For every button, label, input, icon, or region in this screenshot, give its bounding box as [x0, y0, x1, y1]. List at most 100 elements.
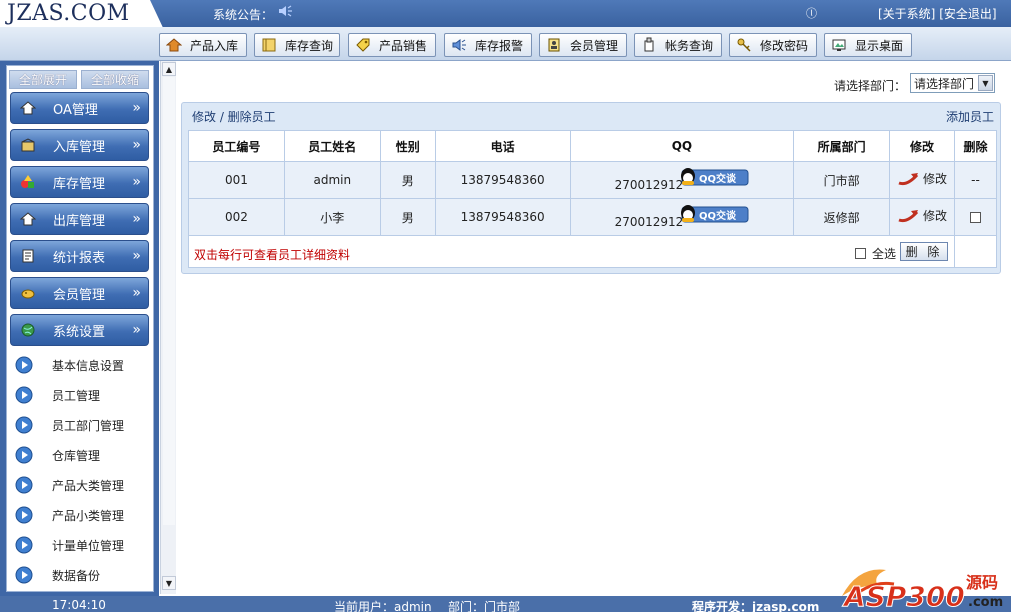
- edit-cell: 修改: [889, 161, 955, 199]
- employee-qq: 270012912 QQ交谈: [569, 198, 795, 236]
- edit-link[interactable]: 修改: [897, 170, 947, 187]
- sidebar-menu-members[interactable]: 会员管理 »: [10, 277, 149, 309]
- chevron-down-icon[interactable]: ▼: [978, 75, 993, 91]
- sidebar-subitem-employees[interactable]: 员工管理: [15, 385, 100, 405]
- select-all-checkbox[interactable]: [854, 248, 866, 259]
- select-all[interactable]: 全选: [854, 245, 896, 262]
- status-user: 当前用户：admin: [334, 600, 432, 612]
- chevron-right-icon: »: [132, 285, 140, 301]
- about-link[interactable]: [关于系统]: [878, 7, 935, 21]
- sidebar-subitem-warehouses[interactable]: 仓库管理: [15, 445, 100, 465]
- chevron-right-icon: »: [132, 137, 140, 153]
- pen-icon: [898, 172, 919, 185]
- scroll-down-arrow-icon[interactable]: ▼: [162, 576, 176, 590]
- delete-cell: --: [954, 161, 997, 199]
- employee-name: 小李: [283, 198, 381, 236]
- speaker-icon[interactable]: [277, 3, 293, 19]
- department-filter-label: 请选择部门：: [834, 79, 907, 93]
- desktop-icon: [831, 37, 847, 53]
- edit-label: 修改: [923, 209, 948, 224]
- delete-button[interactable]: 删 除: [900, 242, 948, 261]
- collapse-all-button[interactable]: 全部收缩: [81, 70, 149, 89]
- sidebar-subitem-label: 产品大类管理: [52, 478, 125, 493]
- status-department: 部门：门市部: [448, 600, 521, 612]
- sidebar-menu-stock-in[interactable]: 入库管理 »: [10, 129, 149, 161]
- sidebar-subitem-product-subcategory[interactable]: 产品小类管理: [15, 505, 124, 525]
- scroll-track[interactable]: [163, 77, 175, 525]
- column-header: 性别: [379, 130, 436, 162]
- table-row[interactable]: 002 小李 男 13879548360 270012912 QQ交谈 返修部 …: [188, 198, 997, 236]
- toolbar-button-label: 产品销售: [379, 38, 428, 53]
- globe-icon: [19, 321, 37, 339]
- play-circle-icon: [15, 386, 33, 404]
- chevron-right-icon: »: [132, 100, 140, 116]
- play-circle-icon: [15, 536, 33, 554]
- sidebar-menu-stock-out[interactable]: 出库管理 »: [10, 203, 149, 235]
- house-icon: [19, 99, 37, 117]
- delete-checkbox[interactable]: [970, 212, 981, 223]
- sidebar-menu-reports[interactable]: 统计报表 »: [10, 240, 149, 272]
- qq-chat-button[interactable]: QQ交谈: [679, 167, 749, 187]
- pen-icon: [898, 209, 919, 222]
- department-select-value: 请选择部门: [914, 76, 975, 91]
- expand-all-button[interactable]: 全部展开: [9, 70, 77, 89]
- logo: JZAS.COM: [7, 1, 130, 26]
- id-card-icon: [546, 37, 562, 53]
- watermark-text: ASP300: [842, 580, 965, 612]
- sidebar-subitem-basic-info[interactable]: 基本信息设置: [15, 355, 124, 375]
- watermark-sub: 源码: [966, 573, 998, 592]
- toolbar-button-sales[interactable]: 产品销售: [348, 33, 436, 57]
- employee-id: 002: [188, 198, 285, 236]
- employee-table: 员工编号 员工姓名 性别 电话 QQ 所属部门 修改 删除 001 admin …: [188, 130, 997, 268]
- qq-chat-label: QQ交谈: [699, 209, 737, 222]
- sidebar-subitem-label: 数据备份: [52, 568, 101, 583]
- qq-chat-button[interactable]: QQ交谈: [679, 204, 749, 224]
- toolbar-button-show-desktop[interactable]: 显示桌面: [824, 33, 912, 57]
- scroll-up-arrow-icon[interactable]: ▲: [162, 62, 176, 76]
- employee-department: 返修部: [793, 198, 891, 236]
- column-header: 所属部门: [793, 130, 891, 162]
- toolbar-button-accounts[interactable]: 帐务查询: [634, 33, 722, 57]
- qq-number: 270012912: [614, 215, 684, 229]
- toolbar-button-change-password[interactable]: 修改密码: [729, 33, 817, 57]
- sidebar-menu-label: 库存管理: [53, 176, 106, 192]
- sidebar-menu-oa[interactable]: OA管理 »: [10, 92, 149, 124]
- qq-number: 270012912: [614, 178, 684, 192]
- sidebar-menu-label: 会员管理: [53, 287, 106, 303]
- chevron-right-icon: »: [132, 211, 140, 227]
- sidebar-menu-settings[interactable]: 系统设置 »: [10, 314, 149, 346]
- department-select[interactable]: 请选择部门 ▼: [910, 73, 995, 93]
- house-arrow-icon: [166, 37, 182, 53]
- toolbar-button-stock-query[interactable]: 库存查询: [254, 33, 340, 57]
- sidebar-scrollbar[interactable]: ▲ ▼: [160, 61, 176, 594]
- edit-link[interactable]: 修改: [897, 207, 947, 224]
- chevron-right-icon: »: [132, 248, 140, 264]
- table-row[interactable]: 001 admin 男 13879548360 270012912 QQ交谈 门…: [188, 161, 997, 199]
- sidebar-subitem-backup[interactable]: 数据备份: [15, 565, 100, 585]
- toolbar-button-stock-alarm[interactable]: 库存报警: [444, 33, 532, 57]
- employee-qq: 270012912 QQ交谈: [569, 161, 795, 199]
- sidebar-subitem-units[interactable]: 计量单位管理: [15, 535, 124, 555]
- sidebar-subitem-product-category[interactable]: 产品大类管理: [15, 475, 124, 495]
- sidebar-subitem-label: 仓库管理: [52, 448, 101, 463]
- add-employee-link[interactable]: 添加员工: [946, 108, 994, 125]
- lock-icon: ⓛ: [806, 7, 817, 20]
- watermark-logo: ASP300 源码 .com: [842, 569, 1003, 612]
- sidebar-menu-label: 入库管理: [53, 139, 106, 155]
- toolbar-button-stock-in[interactable]: 产品入库: [159, 33, 247, 57]
- logout-link[interactable]: [安全退出]: [939, 7, 996, 21]
- sidebar-subitem-label: 员工管理: [52, 388, 101, 403]
- play-circle-icon: [15, 566, 33, 584]
- toolbar-button-members[interactable]: 会员管理: [539, 33, 627, 57]
- ledger-icon: [641, 37, 657, 53]
- status-time: 17:04:10: [52, 598, 106, 612]
- column-header: 修改: [889, 130, 955, 162]
- column-header: 电话: [434, 130, 571, 162]
- toolbar-button-label: 显示桌面: [855, 38, 904, 53]
- speaker-icon: [451, 37, 467, 53]
- sidebar-menu-stock[interactable]: 库存管理 »: [10, 166, 149, 198]
- sidebar-panel: 全部展开 全部收缩 OA管理 » 入库管理 » 库存管理 » 出库管理 » 统计…: [6, 65, 154, 592]
- column-header: 员工姓名: [283, 130, 381, 162]
- delete-cell: [954, 198, 997, 236]
- sidebar-subitem-departments[interactable]: 员工部门管理: [15, 415, 124, 435]
